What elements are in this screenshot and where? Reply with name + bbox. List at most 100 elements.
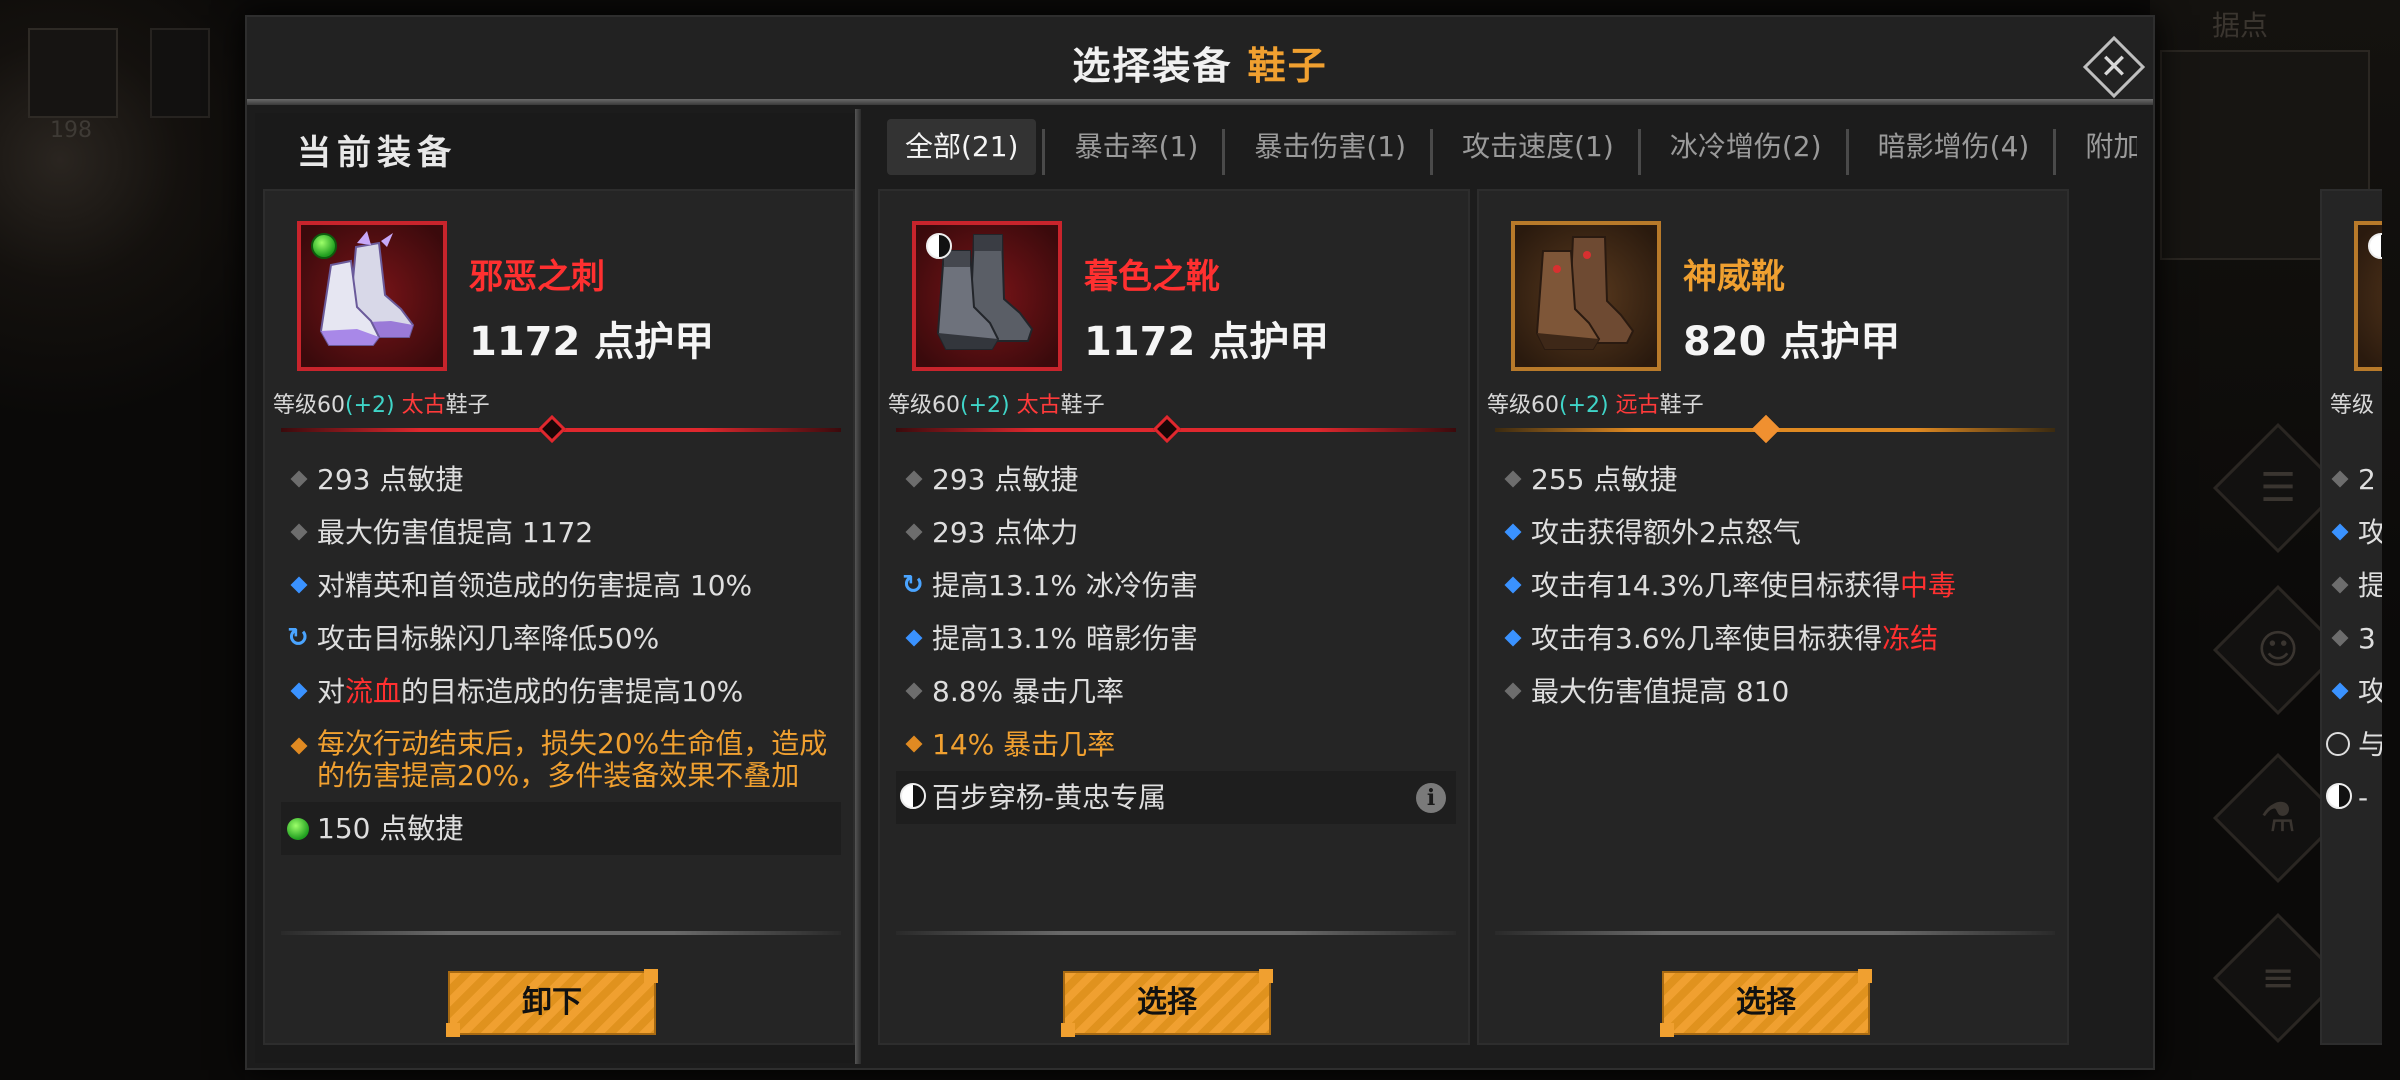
rarity-diamond-icon (1751, 414, 1781, 444)
magic-bullet-icon (1504, 629, 1522, 647)
card-divider (896, 931, 1456, 935)
stat-text: 对精英和首领造成的伤害提高 10% (317, 569, 753, 602)
stat-line: 293 点敏捷 (281, 453, 841, 506)
item-name: 邪恶之刺 (469, 257, 605, 297)
stat-line: 与 (2322, 718, 2382, 771)
stat-line: ↻ 攻击目标躲闪几率降低50% (281, 612, 841, 665)
unequip-button[interactable]: 卸下 (446, 969, 658, 1037)
stat-line: 293 点敏捷 (896, 453, 1456, 506)
stat-line: 提高13.1% 暗影伤害 (896, 612, 1456, 665)
stat-line: 攻 (2322, 506, 2382, 559)
magic-bullet-icon (2331, 523, 2349, 541)
stat-text: 293 点敏捷 (932, 463, 1079, 496)
stat-line: 最大伤害值提高 1172 (281, 506, 841, 559)
tab-separator (1042, 128, 1046, 175)
bullet-icon (2331, 576, 2349, 594)
stat-line: 对精英和首领造成的伤害提高 10% (281, 559, 841, 612)
tab-attack-speed[interactable]: 攻击速度(1) (1444, 119, 1632, 175)
stat-text: 与 (2358, 728, 2382, 761)
candidate-item-card: 神威靴 820 点护甲 等级60(+2) 远古鞋子 255 点敏捷 攻击获得额外… (1477, 189, 2069, 1045)
candidate-item-card: 暮色之靴 1172 点护甲 等级60(+2) 太古鞋子 293 点敏捷 293 … (878, 189, 1470, 1045)
item-icon-frame (912, 221, 1062, 371)
equipment-select-dialog: 选择装备 鞋子 ✕ 当前装备 邪恶之刺 1172 点护甲 等级60(+2) 太古… (245, 15, 2382, 1070)
panel-divider (855, 109, 861, 1064)
bullet-icon (1504, 470, 1522, 488)
stat-text: 255 点敏捷 (1531, 463, 1678, 496)
stat-text: 293 点体力 (932, 516, 1079, 549)
info-icon[interactable]: i (1416, 783, 1446, 813)
item-stats: 255 点敏捷 攻击获得额外2点怒气 攻击有14.3%几率使目标获得中毒 攻击有… (1495, 453, 2055, 718)
current-equipment-title: 当前装备 (297, 133, 457, 173)
rarity-diamond-icon (537, 414, 567, 444)
item-level-line: 等级60(+2) 太古鞋子 (888, 387, 1105, 419)
stat-text: 攻击有3.6%几率使目标获得 (1531, 622, 1883, 655)
bullet-icon (2331, 629, 2349, 647)
stat-text: 提 (2358, 569, 2382, 602)
item-stats: 293 点敏捷 最大伤害值提高 1172 对精英和首领造成的伤害提高 10% ↻… (281, 453, 841, 855)
tab-separator (1845, 128, 1849, 175)
tab-separator (1637, 128, 1641, 175)
candidate-item-card-partial: 等级 2 攻 提 3 攻 与 - (2320, 189, 2382, 1045)
stat-text: 攻击获得额外2点怒气 (1531, 516, 1801, 549)
item-name: 神威靴 (1683, 257, 1785, 297)
stat-text: 14% 暴击几率 (932, 728, 1116, 761)
bullet-icon (290, 470, 308, 488)
status-keyword: 中毒 (1899, 569, 1956, 602)
card-divider (1495, 931, 2055, 935)
magic-bullet-icon (1504, 523, 1522, 541)
tab-separator (1222, 128, 1226, 175)
item-level-line: 等级60(+2) 太古鞋子 (273, 387, 490, 419)
item-level: 等级60 (1487, 393, 1559, 418)
stat-text: 2 (2358, 463, 2376, 496)
reroll-icon: ↻ (287, 623, 309, 653)
background-inventory-slot (28, 28, 118, 118)
tab-cold-damage[interactable]: 冰冷增伤(2) (1652, 119, 1840, 175)
select-button[interactable]: 选择 (1660, 969, 1872, 1037)
tab-separator (1430, 128, 1434, 175)
tab-crit-damage[interactable]: 暴击伤害(1) (1236, 119, 1424, 175)
stat-text: 每次行动结束后，损失20%生命值，造成的伤害提高20%，多件装备效果不叠加 (317, 727, 828, 792)
magic-bullet-icon (1504, 576, 1522, 594)
rarity-diamond-icon (1152, 414, 1182, 444)
item-slot: 鞋子 (1060, 393, 1105, 418)
item-level-bonus: (+2) (1559, 393, 1609, 418)
tab-shadow-damage[interactable]: 暗影增伤(4) (1860, 119, 2048, 175)
tab-separator (2053, 128, 2057, 175)
tab-crit-rate[interactable]: 暴击率(1) (1057, 119, 1217, 175)
status-keyword: 冻结 (1882, 622, 1939, 655)
background-left (0, 0, 245, 1080)
yin-yang-icon (926, 233, 952, 259)
yin-yang-icon (900, 783, 926, 809)
filter-tabs: 全部(21) 暴击率(1) 暴击伤害(1) 攻击速度(1) 冰冷增伤(2) 暗影… (887, 119, 2137, 187)
item-level-line: 等级60(+2) 远古鞋子 (1487, 387, 1704, 419)
item-icon-frame (2354, 221, 2382, 371)
stat-line: 攻击有14.3%几率使目标获得中毒 (1495, 559, 2055, 612)
item-slot: 鞋子 (445, 393, 490, 418)
stat-line: 攻击获得额外2点怒气 (1495, 506, 2055, 559)
stat-text: 攻击有14.3%几率使目标获得 (1531, 569, 1900, 602)
stat-text: 3 (2358, 622, 2376, 655)
item-armor: 1172 点护甲 (1084, 319, 1330, 365)
title-slot: 鞋子 (1247, 44, 1328, 88)
item-slot: 鞋子 (1659, 393, 1704, 418)
bullet-icon (905, 470, 923, 488)
item-armor: 1172 点护甲 (469, 319, 715, 365)
item-level: 等级 (2330, 393, 2375, 418)
select-button[interactable]: 选择 (1061, 969, 1273, 1037)
item-name: 暮色之靴 (1084, 257, 1220, 297)
close-button[interactable]: ✕ (2082, 35, 2146, 99)
stat-line: - (2322, 771, 2382, 824)
yin-yang-icon (2326, 783, 2352, 809)
tab-all[interactable]: 全部(21) (887, 119, 1037, 175)
stat-text: 攻 (2358, 516, 2382, 549)
item-tier: 太古 (1016, 393, 1061, 418)
stat-text: 最大伤害值提高 810 (1531, 675, 1790, 708)
item-level-bonus: (+2) (960, 393, 1010, 418)
stat-text: 对 (317, 675, 346, 708)
stat-line: 255 点敏捷 (1495, 453, 2055, 506)
magic-bullet-icon (905, 629, 923, 647)
background-label: 据点 (2212, 9, 2269, 42)
stat-line: 3 (2322, 612, 2382, 665)
tab-status-effect[interactable]: 附加异常( (2067, 119, 2137, 175)
stat-line: 攻 (2322, 665, 2382, 718)
